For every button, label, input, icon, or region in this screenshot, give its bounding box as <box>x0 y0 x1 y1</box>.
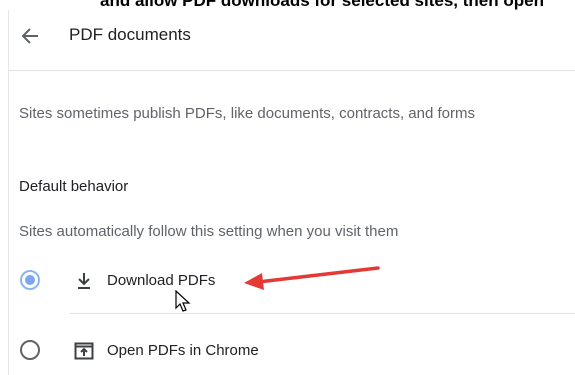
radio-open-in-chrome[interactable] <box>20 340 40 360</box>
option-label-download: Download PDFs <box>107 272 216 289</box>
option-label-open: Open PDFs in Chrome <box>107 342 259 359</box>
annotation-arrow <box>244 266 380 290</box>
default-behavior-subtitle: Sites automatically follow this setting … <box>19 223 399 240</box>
default-behavior-heading: Default behavior <box>19 178 129 195</box>
page-title: PDF documents <box>69 25 191 44</box>
option-open-in-chrome[interactable]: Open PDFs in Chrome <box>0 328 575 372</box>
back-button[interactable] <box>16 22 44 50</box>
pdf-settings-page: and allow PDF downloads for selected sit… <box>0 0 575 375</box>
mouse-cursor-icon <box>175 290 191 312</box>
download-icon <box>78 273 90 289</box>
page-description: Sites sometimes publish PDFs, like docum… <box>19 105 476 122</box>
radio-download-pdfs[interactable] <box>20 270 40 290</box>
open-in-browser-icon <box>74 342 94 360</box>
header-divider <box>8 70 575 71</box>
page-header: PDF documents <box>0 0 575 70</box>
option-divider <box>70 313 575 314</box>
arrow-back-icon <box>21 28 38 44</box>
